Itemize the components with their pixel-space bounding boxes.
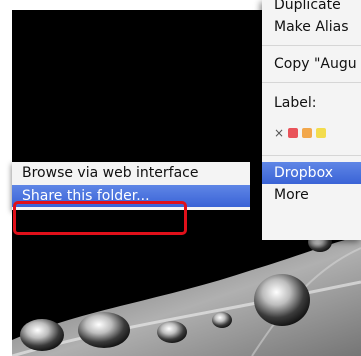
finder-context-menu: Duplicate Make Alias Copy "Augu Label: ×… bbox=[262, 0, 361, 240]
label-swatch-orange[interactable] bbox=[302, 128, 312, 138]
menu-separator bbox=[262, 82, 361, 83]
menu-item-make-alias[interactable]: Make Alias bbox=[262, 16, 361, 38]
label-none-icon[interactable]: × bbox=[274, 126, 284, 140]
menu-item-more[interactable]: More bbox=[262, 184, 361, 206]
menu-separator bbox=[262, 45, 361, 46]
menu-item-copy[interactable]: Copy "Augu bbox=[262, 53, 361, 75]
menu-separator bbox=[262, 155, 361, 156]
menu-item-label-heading: Label: bbox=[274, 95, 317, 111]
submenu-item-browse-web[interactable]: Browse via web interface bbox=[12, 162, 250, 184]
label-swatch-red[interactable] bbox=[288, 128, 298, 138]
label-swatch-yellow[interactable] bbox=[316, 128, 326, 138]
menu-item-dropbox[interactable]: Dropbox bbox=[262, 162, 361, 184]
menu-item-duplicate[interactable]: Duplicate bbox=[262, 0, 361, 16]
annotation-highlight-box bbox=[13, 201, 187, 235]
